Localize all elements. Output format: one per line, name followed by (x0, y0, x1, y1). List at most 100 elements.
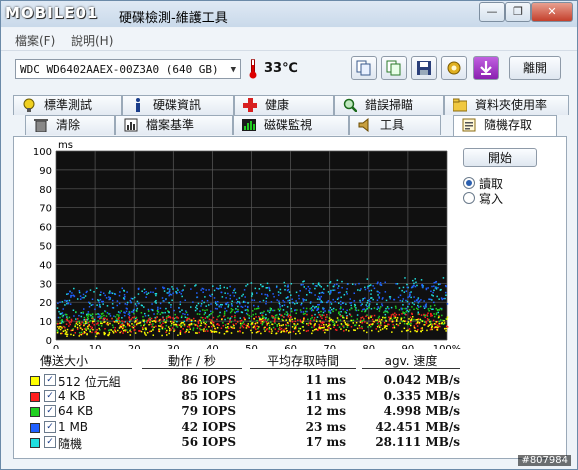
tab-label: 清除 (56, 118, 81, 132)
maximize-button[interactable]: ❐ (505, 2, 531, 22)
scatter-point (390, 314, 393, 316)
scatter-point (258, 326, 260, 328)
scatter-point (133, 329, 135, 331)
scatter-point (305, 330, 308, 332)
scatter-point (153, 320, 156, 322)
scatter-point (369, 325, 372, 328)
scatter-point (167, 310, 169, 312)
scatter-point (165, 307, 167, 310)
tab-folder-usage[interactable]: 資料夾使用率 (444, 95, 569, 115)
scatter-point (262, 317, 264, 320)
close-button[interactable]: ✕ (531, 2, 573, 22)
menu-file[interactable]: 檔案(F) (15, 32, 55, 49)
scatter-point (197, 322, 200, 325)
options-icon (447, 61, 461, 75)
scatter-point (204, 323, 207, 325)
scatter-point (147, 308, 150, 311)
tab-disk-monitor[interactable]: 磁碟監視 (233, 115, 349, 135)
radio-write[interactable]: 寫入 (463, 190, 503, 207)
scatter-point (62, 325, 65, 328)
tab-file-benchmark[interactable]: 檔案基準 (115, 115, 233, 135)
scatter-point (403, 291, 406, 293)
scatter-point (103, 331, 105, 334)
scatter-point (108, 296, 110, 298)
scatter-point (359, 289, 361, 292)
scatter-point (272, 309, 274, 312)
scatter-point (127, 323, 129, 325)
scatter-point (137, 288, 140, 291)
scatter-point (401, 312, 403, 315)
menu-help[interactable]: 說明(H) (71, 32, 113, 49)
scatter-point (239, 327, 241, 329)
scatter-point (324, 331, 326, 334)
scatter-point (128, 325, 131, 327)
series-checkbox[interactable]: ✓ (44, 389, 56, 402)
scatter-point (413, 326, 416, 329)
scatter-point (147, 292, 150, 294)
scatter-point (208, 326, 210, 328)
scatter-point (116, 314, 118, 316)
save-button[interactable] (411, 56, 437, 80)
scatter-point (268, 286, 270, 289)
scatter-point (302, 311, 305, 313)
tab-erase[interactable]: 清除 (25, 115, 115, 135)
scatter-point (302, 320, 304, 322)
scatter-point (333, 326, 335, 328)
drive-select[interactable]: WDC WD6402AAEX-00Z3A0 (640 GB) ▼ (15, 59, 241, 79)
start-button[interactable]: 開始 (463, 148, 537, 167)
scatter-point (412, 279, 414, 282)
scatter-point (399, 322, 401, 325)
latency-value: 11 ms (305, 373, 346, 387)
scatter-point (237, 305, 239, 308)
series-checkbox[interactable]: ✓ (44, 420, 56, 433)
scatter-point (433, 323, 436, 325)
options-button[interactable] (441, 56, 467, 80)
scatter-point (173, 330, 175, 332)
exit-button[interactable]: 離開 (509, 56, 561, 80)
series-checkbox[interactable]: ✓ (44, 374, 56, 386)
scatter-point (323, 321, 325, 324)
tab-error-scan[interactable]: 錯誤掃瞄 (334, 95, 444, 115)
minimize-button[interactable]: — (479, 2, 505, 22)
series-checkbox[interactable]: ✓ (44, 405, 56, 417)
tab-random-access[interactable]: 隨機存取 (453, 115, 557, 137)
scatter-point (111, 324, 114, 326)
scatter-point (438, 309, 441, 311)
scatter-point (317, 329, 319, 332)
scatter-point (248, 326, 250, 329)
tab-tools[interactable]: 工具 (349, 115, 441, 135)
scatter-point (342, 316, 344, 319)
scatter-point (339, 300, 342, 303)
scatter-point (426, 329, 428, 332)
scatter-point (68, 321, 71, 324)
scatter-point (223, 333, 226, 335)
tab-label: 健康 (265, 98, 290, 112)
scatter-point (111, 306, 114, 309)
latency-scatter-chart: 0010102020303040405050606070708080909010… (33, 140, 461, 349)
copy-button[interactable] (351, 56, 377, 80)
tab-benchmark[interactable]: 標準測試 (13, 95, 122, 115)
radio-dot-selected (463, 177, 475, 189)
scatter-point (315, 319, 318, 321)
tab-disk-info[interactable]: 硬碟資訊 (122, 95, 234, 115)
scatter-point (332, 289, 334, 291)
scatter-point (74, 325, 76, 328)
scatter-point (287, 299, 289, 302)
copy-all-button[interactable] (381, 56, 407, 80)
scatter-point (306, 322, 308, 325)
series-checkbox[interactable]: ✓ (44, 436, 56, 448)
scatter-point (58, 310, 60, 313)
y-tick-label: 80 (39, 185, 52, 196)
scatter-point (251, 331, 253, 334)
scatter-point (223, 312, 226, 315)
scatter-point (235, 308, 237, 310)
scatter-point (218, 314, 221, 317)
scatter-point (107, 324, 109, 326)
tab-health[interactable]: 健康 (234, 95, 334, 115)
scatter-point (340, 315, 342, 317)
scatter-point (197, 321, 200, 323)
download-button[interactable] (473, 56, 499, 80)
tab-label: 資料夾使用率 (475, 98, 548, 112)
scatter-point (71, 292, 73, 294)
scatter-point (82, 322, 85, 324)
